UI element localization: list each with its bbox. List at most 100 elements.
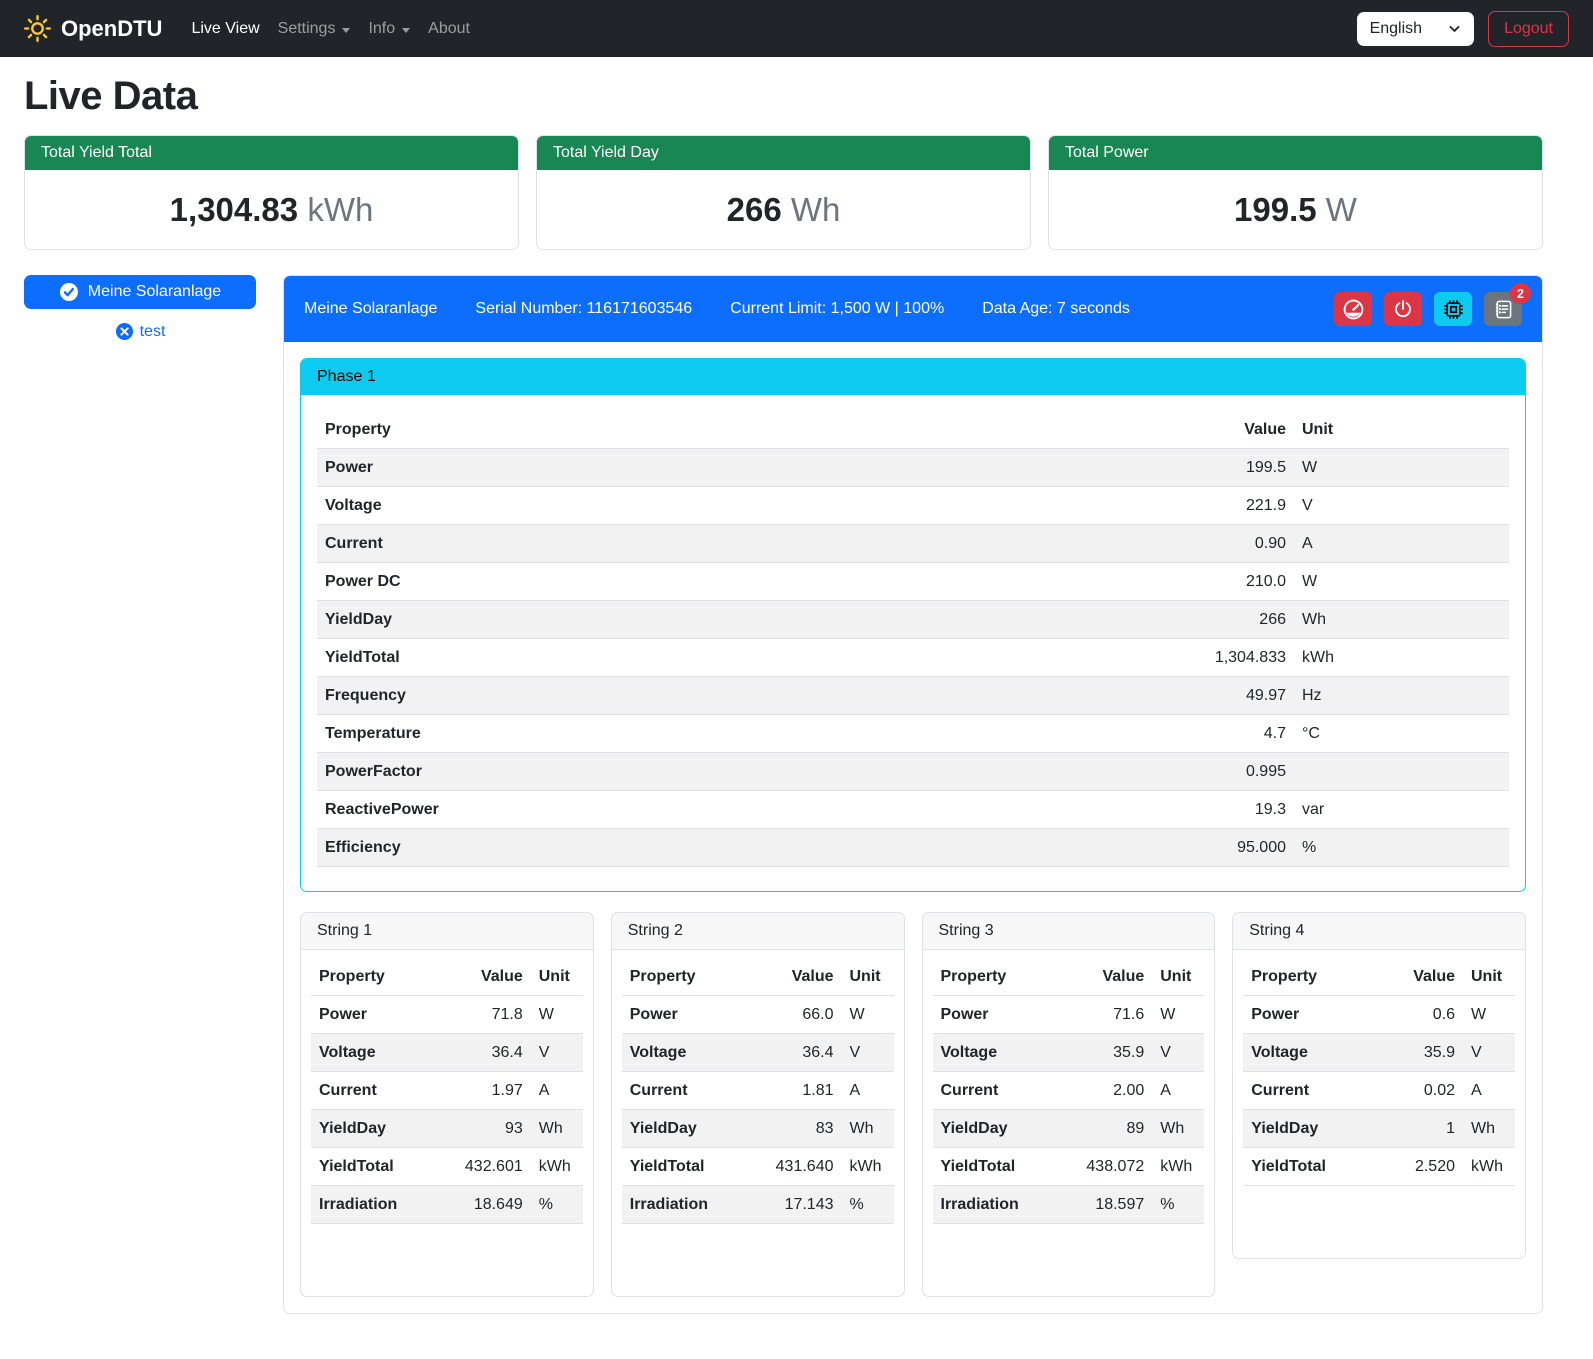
strings-row: String 1 PropertyValueUnit Power71.8W Vo… — [300, 912, 1526, 1297]
unit-cell: Wh — [1463, 1110, 1515, 1148]
property-cell: Power — [933, 996, 1079, 1034]
power-button[interactable] — [1384, 292, 1422, 326]
property-cell: Current — [622, 1072, 768, 1110]
nav-about[interactable]: About — [419, 12, 479, 46]
value-cell: 1 — [1391, 1110, 1463, 1148]
string-card-header: String 4 — [1233, 913, 1525, 950]
unit-cell: A — [1294, 525, 1509, 563]
string-card-body: PropertyValueUnit Power71.6W Voltage35.9… — [923, 950, 1215, 1296]
value-cell: 49.97 — [1164, 677, 1294, 715]
table-row: Irradiation18.597% — [933, 1186, 1205, 1224]
property-cell: Frequency — [317, 677, 1164, 715]
device-info-button[interactable] — [1434, 292, 1472, 326]
property-cell: Current — [933, 1072, 1079, 1110]
unit-cell: V — [842, 1034, 894, 1072]
value-header: Value — [457, 958, 531, 996]
table-row: Voltage36.4V — [622, 1034, 894, 1072]
property-cell: Current — [317, 525, 1164, 563]
table-row: Temperature4.7°C — [317, 715, 1509, 753]
inverter-item-test[interactable]: test — [24, 322, 256, 341]
limit-settings-button[interactable] — [1334, 292, 1372, 326]
property-cell: Power — [311, 996, 457, 1034]
card-body: 1,304.83 kWh — [25, 170, 518, 249]
page-title: Live Data — [24, 74, 1543, 119]
unit-cell: V — [1152, 1034, 1204, 1072]
table-row: Current0.90A — [317, 525, 1509, 563]
value-cell: 71.8 — [457, 996, 531, 1034]
unit-cell: kWh — [1463, 1148, 1515, 1186]
unit-cell: W — [1152, 996, 1204, 1034]
unit-cell: V — [1294, 487, 1509, 525]
card-value: 1,304.83 — [170, 191, 298, 228]
unit-header: Unit — [1152, 958, 1204, 996]
unit-cell — [1294, 753, 1509, 791]
property-cell: Voltage — [933, 1034, 1079, 1072]
value-cell: 221.9 — [1164, 487, 1294, 525]
value-cell: 89 — [1078, 1110, 1152, 1148]
property-cell: Current — [311, 1072, 457, 1110]
unit-cell: W — [842, 996, 894, 1034]
table-row: Power0.6W — [1243, 996, 1515, 1034]
property-cell: Voltage — [311, 1034, 457, 1072]
brand[interactable]: OpenDTU — [24, 15, 162, 42]
nav-live-view[interactable]: Live View — [182, 12, 268, 46]
property-cell: YieldDay — [622, 1110, 768, 1148]
card-total-yield-day: Total Yield Day 266 Wh — [536, 135, 1031, 250]
string-4-card: String 4 PropertyValueUnit Power0.6W Vol… — [1232, 912, 1526, 1259]
unit-cell: kWh — [842, 1148, 894, 1186]
nav-info[interactable]: Info — [359, 12, 419, 46]
card-body: 199.5 W — [1049, 170, 1542, 249]
value-cell: 95.000 — [1164, 829, 1294, 867]
value-cell: 2.00 — [1078, 1072, 1152, 1110]
string-table: PropertyValueUnit Power71.6W Voltage35.9… — [933, 958, 1205, 1224]
event-log-button[interactable]: 2 — [1484, 292, 1522, 326]
unit-cell: A — [1463, 1072, 1515, 1110]
unit-cell: A — [1152, 1072, 1204, 1110]
value-cell: 1.97 — [457, 1072, 531, 1110]
gauge-icon — [1342, 298, 1365, 321]
table-row: Power199.5W — [317, 449, 1509, 487]
string-card-body: PropertyValueUnit Power71.8W Voltage36.4… — [301, 950, 593, 1296]
card-unit: W — [1326, 191, 1357, 228]
unit-cell: Wh — [1294, 601, 1509, 639]
table-row: Power66.0W — [622, 996, 894, 1034]
table-row: YieldTotal438.072kWh — [933, 1148, 1205, 1186]
unit-cell: var — [1294, 791, 1509, 829]
table-row: Voltage35.9V — [933, 1034, 1205, 1072]
nav-info-label: Info — [368, 20, 395, 38]
value-cell: 199.5 — [1164, 449, 1294, 487]
table-row: Voltage221.9V — [317, 487, 1509, 525]
table-row: YieldDay83Wh — [622, 1110, 894, 1148]
value-cell: 35.9 — [1078, 1034, 1152, 1072]
value-cell: 19.3 — [1164, 791, 1294, 829]
property-header: Property — [933, 958, 1079, 996]
value-cell: 210.0 — [1164, 563, 1294, 601]
power-icon — [1393, 299, 1413, 319]
property-header: Property — [1243, 958, 1391, 996]
phase-card-body: Property Value Unit Power199.5W Voltage2… — [301, 395, 1525, 891]
unit-cell: A — [842, 1072, 894, 1110]
property-cell: Power — [622, 996, 768, 1034]
value-cell: 1.81 — [768, 1072, 842, 1110]
value-cell: 66.0 — [768, 996, 842, 1034]
phase-table: Property Value Unit Power199.5W Voltage2… — [317, 411, 1509, 867]
string-3-card: String 3 PropertyValueUnit Power71.6W Vo… — [922, 912, 1216, 1297]
unit-cell: V — [531, 1034, 583, 1072]
brand-label: OpenDTU — [61, 16, 162, 42]
table-row: YieldDay266Wh — [317, 601, 1509, 639]
table-row: Efficiency95.000% — [317, 829, 1509, 867]
property-cell: Irradiation — [933, 1186, 1079, 1224]
table-row: Power71.6W — [933, 996, 1205, 1034]
table-row: YieldDay1Wh — [1243, 1110, 1515, 1148]
value-cell: 0.02 — [1391, 1072, 1463, 1110]
unit-cell: kWh — [1294, 639, 1509, 677]
nav-settings[interactable]: Settings — [269, 12, 360, 46]
inverter-select-button[interactable]: Meine Solaranlage — [24, 275, 256, 309]
string-card-body: PropertyValueUnit Power0.6W Voltage35.9V… — [1233, 950, 1525, 1258]
table-header-row: Property Value Unit — [317, 411, 1509, 449]
unit-cell: W — [1294, 563, 1509, 601]
language-select[interactable]: English — [1357, 12, 1474, 46]
inverter-item-label: test — [140, 323, 166, 341]
logout-button[interactable]: Logout — [1488, 11, 1569, 47]
unit-cell: % — [1294, 829, 1509, 867]
